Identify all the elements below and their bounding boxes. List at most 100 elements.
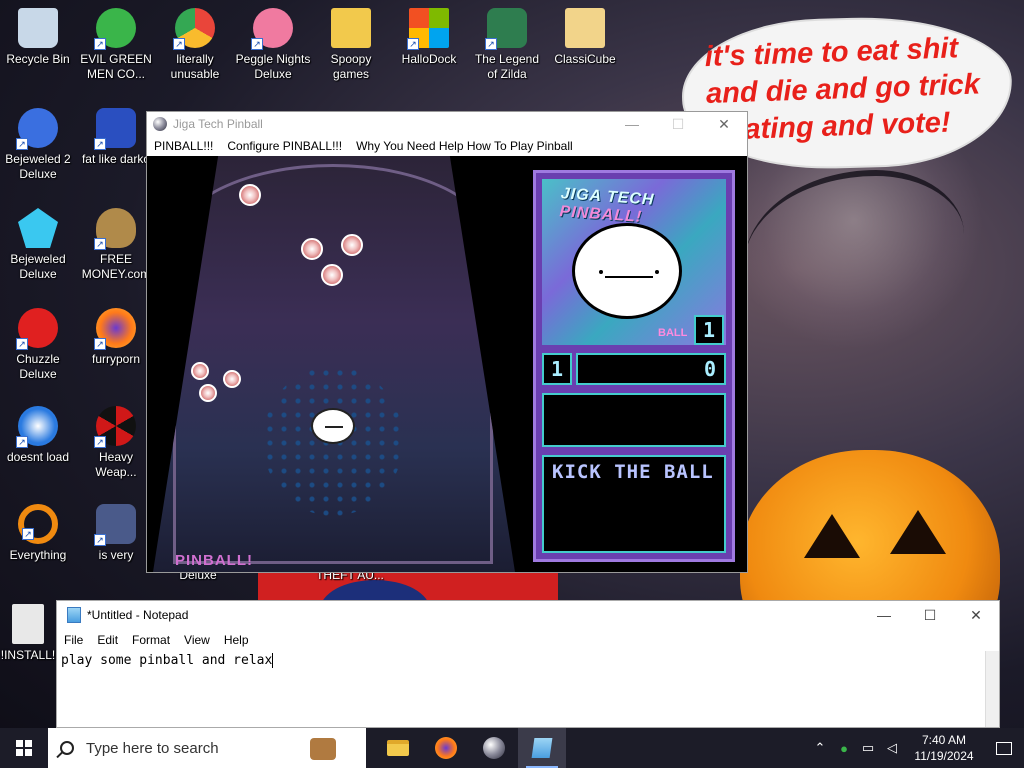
desktop-icon-install[interactable]: !INSTALL!	[0, 604, 56, 663]
windows-logo-icon: ↗	[407, 8, 449, 50]
desktop-icon-label: furryporn	[91, 352, 141, 366]
text-caret	[272, 653, 274, 668]
desktop-icon-hallodock[interactable]: ↗ HalloDock	[391, 8, 467, 67]
desktop-icon-bejeweled-2[interactable]: ↗ Bejeweled 2 Deluxe	[0, 108, 76, 182]
desktop-icon-bejeweled[interactable]: Bejeweled Deluxe	[0, 208, 76, 282]
pinball-app-icon	[153, 117, 167, 131]
folder-icon	[565, 8, 605, 48]
notification-button[interactable]	[984, 728, 1024, 768]
pinball-titlebar[interactable]: Jiga Tech Pinball — ☐ ✕	[147, 112, 747, 136]
desktop-icon-heavy-weapon[interactable]: ↗ Heavy Weap...	[78, 406, 154, 480]
desktop-icon-is-very[interactable]: ↗ is very	[78, 504, 154, 563]
taskbar: Type here to search ⌃ ● ▭ ◁ 7:40 AM 11/1…	[0, 728, 1024, 768]
desktop-icon-evil-green-men[interactable]: ↗ EVIL GREEN MEN CO...	[78, 8, 154, 82]
desktop-icon-label: doesnt load	[6, 450, 70, 464]
bumper	[191, 362, 209, 380]
desktop-icon-legend-of-zilda[interactable]: ↗ The Legend of Zilda	[469, 8, 545, 82]
clock-time: 7:40 AM	[921, 733, 967, 747]
notepad-text: play some pinball and relax	[61, 653, 273, 668]
face-mouth	[605, 276, 653, 278]
mpl-icon: ↗	[94, 504, 136, 546]
notepad-menubar: File Edit Format View Help	[57, 629, 999, 651]
taskbar-file-explorer[interactable]	[374, 728, 422, 768]
everything-search-icon: ↗	[18, 504, 58, 544]
network-icon[interactable]: ▭	[856, 740, 880, 756]
menu-view[interactable]: View	[177, 633, 217, 647]
info-box	[542, 393, 726, 447]
notepad-icon	[531, 738, 553, 758]
menu-configure[interactable]: Configure PINBALL!!!	[220, 139, 349, 153]
pinball-window[interactable]: Jiga Tech Pinball — ☐ ✕ PINBALL!!! Confi…	[146, 111, 748, 573]
minimize-button[interactable]: —	[609, 112, 655, 136]
search-icon	[60, 741, 74, 755]
taskbar-search-box[interactable]: Type here to search	[48, 728, 366, 768]
chuzzle-icon: ↗	[16, 308, 58, 350]
desktop-icon-furryporn[interactable]: ↗ furryporn	[78, 308, 154, 367]
desktop-icon-recycle-bin[interactable]: Recycle Bin	[0, 8, 76, 67]
desktop-icon-spoopy-games[interactable]: Spoopy games	[313, 8, 389, 82]
bumper	[321, 264, 343, 286]
message-box: KICK THE BALL	[542, 455, 726, 553]
speech-bubble-text: it's time to eat shit and die and go tri…	[704, 29, 998, 150]
desktop-icon-label: ClassiCube	[554, 52, 616, 66]
notepad-window-title: *Untitled - Notepad	[87, 608, 189, 622]
taskbar-notepad[interactable]	[518, 728, 566, 768]
desktop-icon-label: HalloDock	[401, 52, 457, 66]
taskbar-firefox[interactable]	[422, 728, 470, 768]
score-display: 0	[576, 353, 726, 385]
window-controls: — ☐ ✕	[861, 601, 999, 625]
thunderbird-icon: ↗	[16, 406, 58, 448]
desktop-icon-label: Chuzzle Deluxe	[16, 352, 60, 381]
money-bag-icon: ↗	[94, 208, 136, 250]
pumpkin-eye	[890, 510, 946, 554]
close-button[interactable]: ✕	[701, 112, 747, 136]
notepad-text-area[interactable]: play some pinball and relax	[61, 651, 985, 727]
volume-icon[interactable]: ◁	[880, 740, 904, 756]
desktop-icon-free-money[interactable]: ↗ FREE MONEY.com	[78, 208, 154, 282]
desktop-icon-chuzzle[interactable]: ↗ Chuzzle Deluxe	[0, 308, 76, 382]
menu-help[interactable]: Help	[217, 633, 256, 647]
desktop-icon-label: Everything	[9, 548, 67, 562]
desktop-icon-peggle-nights[interactable]: ↗ Peggle Nights Deluxe	[235, 8, 311, 82]
notepad-titlebar[interactable]: *Untitled - Notepad — ☐ ✕	[57, 601, 999, 629]
menu-file[interactable]: File	[57, 633, 90, 647]
file-explorer-icon	[387, 740, 409, 756]
maximize-button[interactable]: ☐	[655, 112, 701, 136]
search-highlight-icon	[310, 738, 336, 760]
clock-date: 11/19/2024	[914, 749, 974, 763]
vertical-scrollbar[interactable]	[985, 651, 999, 727]
menu-help[interactable]: Why You Need Help How To Play Pinball	[349, 139, 580, 153]
folder-icon	[331, 8, 371, 48]
notepad-window[interactable]: *Untitled - Notepad — ☐ ✕ File Edit Form…	[56, 600, 1000, 728]
start-button[interactable]	[0, 728, 48, 768]
taskbar-pinball[interactable]	[470, 728, 518, 768]
pinball-table[interactable]: PINBALL!	[153, 156, 515, 572]
desktop-icon-label: Recycle Bin	[6, 52, 70, 66]
bumper	[341, 234, 363, 256]
user-status-icon[interactable]: ●	[832, 741, 856, 756]
chevron-up-icon[interactable]: ⌃	[808, 740, 832, 756]
bumper	[223, 370, 241, 388]
desktop-icon-label: Peggle Nights Deluxe	[235, 52, 311, 81]
gem-icon	[18, 208, 58, 248]
desktop-icon-doesnt-load[interactable]: ↗ doesnt load	[0, 406, 76, 465]
text-file-icon	[12, 604, 44, 644]
recycle-bin-icon	[18, 8, 58, 48]
menu-format[interactable]: Format	[125, 633, 177, 647]
menu-pinball[interactable]: PINBALL!!!	[147, 139, 220, 153]
bumper	[239, 184, 261, 206]
desktop-icon-classicube[interactable]: ClassiCube	[547, 8, 623, 67]
pinball-game-area[interactable]: PINBALL! JIGA TECH PINBALL! BALL 1 1 0 K…	[147, 156, 747, 572]
table-face-target	[311, 408, 355, 444]
zilda-icon: ↗	[485, 8, 527, 50]
minimize-button[interactable]: —	[861, 601, 907, 629]
desktop-icon-everything[interactable]: ↗ Everything	[0, 504, 76, 563]
menu-edit[interactable]: Edit	[90, 633, 125, 647]
clock[interactable]: 7:40 AM 11/19/2024	[904, 732, 984, 764]
close-button[interactable]: ✕	[953, 601, 999, 629]
desktop-icon-literally-unusable[interactable]: ↗ literally unusable	[157, 8, 233, 82]
desktop-icon-fat-like-darko[interactable]: ↗ fat like darko	[78, 108, 154, 167]
player-number: 1	[542, 353, 572, 385]
maximize-button[interactable]: ☐	[907, 601, 953, 629]
green-men-icon: ↗	[94, 8, 136, 50]
